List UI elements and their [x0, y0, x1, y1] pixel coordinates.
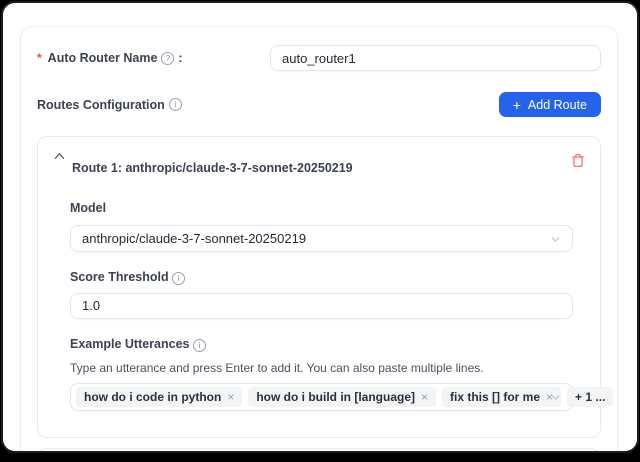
auto-router-name-label-text: Auto Router Name	[48, 51, 158, 65]
route-2-panel: Route 2: azure_ai/gpt-4o	[37, 448, 601, 454]
route-1-title: Route 1: anthropic/claude-3-7-sonnet-202…	[72, 161, 353, 175]
utterance-tag-text: how do i build in [language]	[256, 390, 415, 404]
model-select[interactable]: anthropic/claude-3-7-sonnet-20250219	[70, 225, 573, 252]
info-circle-icon[interactable]: i	[172, 272, 185, 285]
chevron-up-icon	[54, 152, 65, 160]
route-1-body: Model anthropic/claude-3-7-sonnet-202502…	[70, 199, 573, 411]
utterance-tag: how do i build in [language] ×	[248, 387, 436, 407]
chevron-down-icon	[549, 233, 562, 246]
routes-configuration-label: Routes Configuration i	[37, 98, 182, 112]
route-1-header: Route 1: anthropic/claude-3-7-sonnet-202…	[54, 149, 585, 175]
score-threshold-label: Score Threshold i	[70, 270, 573, 285]
add-route-button-label: Add Route	[528, 98, 587, 112]
model-select-value: anthropic/claude-3-7-sonnet-20250219	[82, 231, 306, 246]
utterances-tags-select[interactable]: how do i code in python × how do i build…	[70, 383, 573, 411]
auto-router-form-card: * Auto Router Name ? : Routes Configurat…	[20, 26, 618, 453]
info-circle-icon[interactable]: i	[193, 339, 206, 352]
routes-configuration-label-text: Routes Configuration	[37, 98, 165, 112]
route-1-delete-button[interactable]	[571, 153, 585, 168]
auto-router-name-label-wrap: * Auto Router Name ? :	[37, 49, 270, 67]
tag-remove-icon[interactable]: ×	[421, 391, 428, 403]
add-route-button[interactable]: + Add Route	[499, 92, 601, 117]
score-threshold-input[interactable]	[70, 293, 573, 319]
label-colon: :	[178, 51, 182, 65]
score-threshold-label-text: Score Threshold	[70, 270, 169, 284]
utterance-tag: how do i code in python ×	[76, 387, 242, 407]
tag-remove-icon[interactable]: ×	[227, 391, 234, 403]
app-window: * Auto Router Name ? : Routes Configurat…	[1, 1, 639, 453]
plus-icon: +	[513, 98, 521, 112]
question-circle-icon[interactable]: ?	[161, 52, 174, 65]
model-label: Model	[70, 201, 106, 215]
routes-configuration-row: Routes Configuration i + Add Route	[37, 92, 601, 117]
example-utterances-label: Example Utterances i	[70, 337, 573, 352]
route-1-collapse-button[interactable]	[54, 152, 65, 160]
utterances-helper-text: Type an utterance and press Enter to add…	[70, 361, 573, 375]
info-circle-icon[interactable]: i	[169, 98, 182, 111]
utterance-tag-text: how do i code in python	[84, 390, 221, 404]
auto-router-name-input[interactable]	[270, 45, 601, 71]
required-asterisk: *	[37, 51, 42, 65]
auto-router-name-row: * Auto Router Name ? :	[37, 45, 601, 71]
model-label-text: Model	[70, 201, 106, 215]
example-utterances-label-text: Example Utterances	[70, 337, 190, 351]
overflow-tag[interactable]: + 1 ...	[567, 387, 613, 407]
utterance-tag: fix this [] for me ×	[442, 387, 561, 407]
auto-router-name-label: * Auto Router Name ? :	[37, 51, 183, 65]
utterance-tag-text: fix this [] for me	[450, 390, 540, 404]
route-1-panel: Route 1: anthropic/claude-3-7-sonnet-202…	[37, 136, 601, 438]
chevron-down-icon	[549, 391, 562, 404]
trash-icon	[571, 153, 585, 168]
